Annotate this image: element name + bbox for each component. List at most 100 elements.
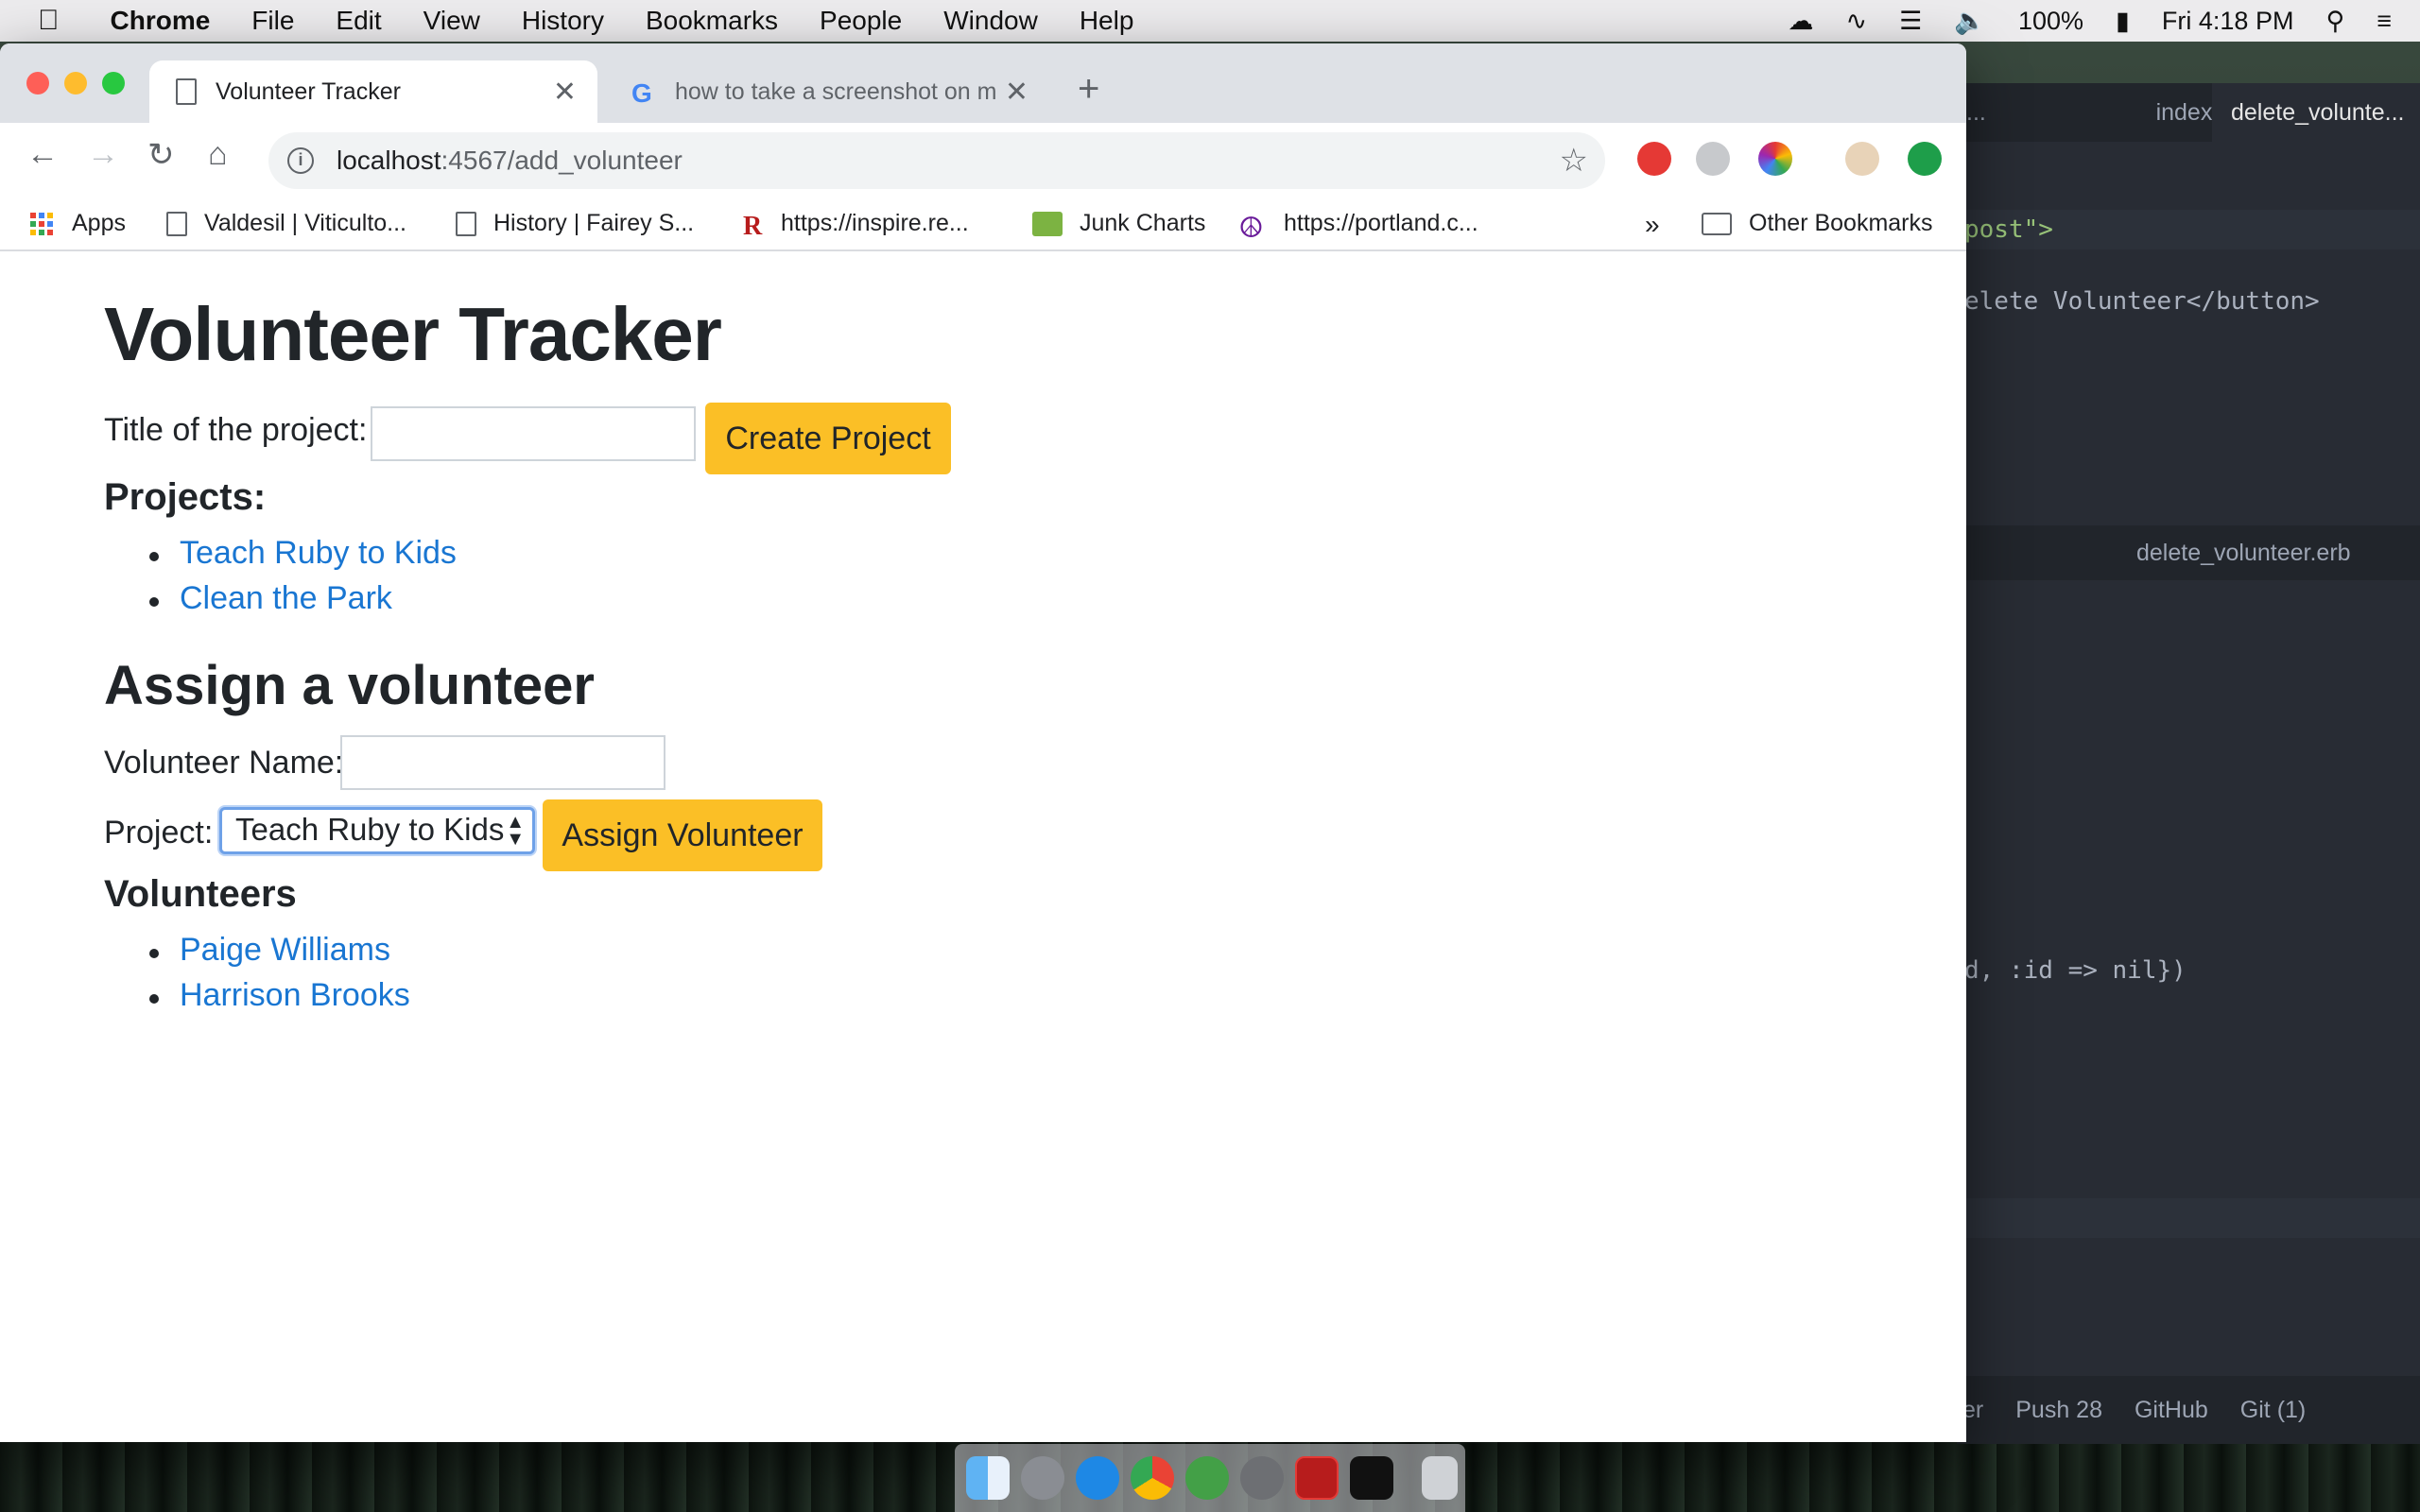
close-window-button[interactable] bbox=[26, 72, 49, 94]
launchpad-icon[interactable] bbox=[1021, 1456, 1064, 1500]
page-icon bbox=[166, 211, 187, 236]
close-tab-icon[interactable]: ✕ bbox=[1005, 76, 1028, 109]
bookmark-label: https://inspire.re... bbox=[781, 210, 969, 236]
adblock-extension-icon[interactable] bbox=[1637, 142, 1671, 176]
safari-icon[interactable] bbox=[1076, 1456, 1119, 1500]
new-tab-button[interactable]: + bbox=[1078, 68, 1099, 111]
bookmark-inspire[interactable]: R https://inspire.re... bbox=[743, 210, 969, 241]
project-link-teach-ruby[interactable]: Teach Ruby to Kids bbox=[180, 535, 457, 571]
menu-window[interactable]: Window bbox=[943, 6, 1038, 36]
project-title-input[interactable] bbox=[371, 406, 696, 461]
activity-icon[interactable]: ∿ bbox=[1846, 7, 1868, 36]
list-item: Teach Ruby to Kids bbox=[104, 535, 457, 580]
menu-people[interactable]: People bbox=[820, 6, 902, 36]
system-preferences-icon[interactable] bbox=[1240, 1456, 1284, 1500]
terminal-icon[interactable] bbox=[1350, 1456, 1393, 1500]
bookmark-valdesil[interactable]: Valdesil | Viticulto... bbox=[166, 210, 406, 237]
project-label: Project: bbox=[104, 815, 214, 850]
bookmark-label: History | Fairey S... bbox=[493, 210, 695, 236]
creative-cloud-icon[interactable]: ☁ bbox=[1789, 7, 1814, 36]
editor-status-bar: er Push 28 GitHub Git (1) bbox=[1957, 1376, 2420, 1444]
tab-volunteer-tracker[interactable]: Volunteer Tracker ✕ bbox=[149, 60, 597, 123]
bookmark-label: Junk Charts bbox=[1080, 210, 1206, 236]
close-tab-icon[interactable]: ✕ bbox=[553, 76, 577, 109]
browser-window: Volunteer Tracker ✕ G how to take a scre… bbox=[0, 43, 1966, 1442]
project-link-clean-park[interactable]: Clean the Park bbox=[180, 580, 392, 616]
status-push[interactable]: Push 28 bbox=[2015, 1397, 2102, 1424]
minimize-window-button[interactable] bbox=[64, 72, 87, 94]
battery-icon[interactable]: ▮ bbox=[2116, 7, 2130, 36]
tab-screenshot-search[interactable]: G how to take a screenshot on m ✕ bbox=[605, 60, 1049, 123]
select-arrows-icon: ▲ ▼ bbox=[506, 812, 525, 850]
tab-title: how to take a screenshot on m bbox=[675, 77, 997, 105]
code-line-1: post"> bbox=[1964, 215, 2053, 244]
zoom-window-button[interactable] bbox=[102, 72, 125, 94]
status-git[interactable]: Git (1) bbox=[2240, 1397, 2306, 1424]
bookmark-apps[interactable]: Apps bbox=[30, 210, 126, 237]
create-project-button[interactable]: Create Project bbox=[705, 403, 951, 474]
bookmarks-bar: Apps Valdesil | Viticulto... History | F… bbox=[0, 198, 1966, 251]
browser-toolbar: ← → ↻ ⌂ i localhost:4567/add_volunteer ☆ bbox=[0, 123, 1966, 198]
update-icon[interactable] bbox=[1908, 142, 1942, 176]
bookmark-other-bookmarks[interactable]: Other Bookmarks bbox=[1702, 210, 1933, 237]
bookmark-portland[interactable]: ☮ https://portland.c... bbox=[1238, 210, 1478, 244]
back-icon[interactable]: ← bbox=[26, 136, 59, 173]
junk-charts-icon bbox=[1032, 211, 1063, 236]
list-item: Harrison Brooks bbox=[104, 977, 410, 1022]
page-content: Volunteer Tracker Title of the project: … bbox=[0, 253, 1966, 1442]
volunteer-link-harrison[interactable]: Harrison Brooks bbox=[180, 977, 410, 1013]
info-icon[interactable]: i bbox=[287, 147, 314, 174]
color-picker-extension-icon[interactable] bbox=[1758, 142, 1792, 176]
assign-volunteer-button[interactable]: Assign Volunteer bbox=[543, 799, 822, 871]
battery-percent[interactable]: 100% bbox=[2018, 7, 2083, 36]
home-icon[interactable]: ⌂ bbox=[208, 136, 228, 173]
bookmark-junk-charts[interactable]: Junk Charts bbox=[1032, 210, 1205, 237]
bookmarks-overflow-button[interactable]: » bbox=[1645, 210, 1660, 240]
projects-list: Teach Ruby to Kids Clean the Park bbox=[104, 535, 457, 626]
page-icon bbox=[456, 211, 476, 236]
clock[interactable]: Fri 4:18 PM bbox=[2162, 7, 2294, 36]
profile-avatar[interactable] bbox=[1845, 142, 1879, 176]
volunteer-name-input[interactable] bbox=[340, 735, 666, 790]
trash-icon[interactable] bbox=[1422, 1456, 1458, 1500]
list-item: Paige Williams bbox=[104, 932, 410, 977]
apple-icon[interactable]:  bbox=[38, 5, 60, 37]
editor-tab-delete-volunteer[interactable]: delete_volunte... bbox=[2212, 83, 2420, 142]
project-title-label: Title of the project: bbox=[104, 412, 368, 448]
volunteers-heading: Volunteers bbox=[104, 873, 297, 915]
spotlight-icon[interactable]: ⚲ bbox=[2325, 7, 2344, 36]
editor-tab-hidden[interactable]: ... bbox=[1966, 83, 1986, 142]
address-bar[interactable]: i localhost:4567/add_volunteer ☆ bbox=[268, 132, 1605, 189]
volunteer-link-paige[interactable]: Paige Williams bbox=[180, 932, 390, 968]
volunteer-name-label: Volunteer Name: bbox=[104, 745, 344, 781]
menu-chrome[interactable]: Chrome bbox=[111, 6, 211, 36]
project-select[interactable]: Teach Ruby to Kids ▲ ▼ bbox=[219, 807, 535, 854]
atom-icon[interactable] bbox=[1185, 1456, 1229, 1500]
wifi-icon[interactable]: ☰ bbox=[1899, 7, 1922, 36]
bookmark-history-fairey[interactable]: History | Fairey S... bbox=[456, 210, 694, 237]
reload-icon[interactable]: ↻ bbox=[147, 136, 175, 174]
menu-help[interactable]: Help bbox=[1080, 6, 1134, 36]
list-item: Clean the Park bbox=[104, 580, 457, 626]
editor-pane2-tab-bar: delete_volunteer.erb bbox=[1957, 525, 2420, 580]
volume-icon[interactable]: 🔈 bbox=[1954, 6, 1986, 36]
menu-edit[interactable]: Edit bbox=[336, 6, 381, 36]
bookmark-star-icon[interactable]: ☆ bbox=[1560, 142, 1588, 180]
acrobat-icon[interactable] bbox=[1295, 1456, 1339, 1500]
finder-icon[interactable] bbox=[966, 1456, 1010, 1500]
volunteers-list: Paige Williams Harrison Brooks bbox=[104, 932, 410, 1022]
menu-view[interactable]: View bbox=[424, 6, 480, 36]
status-github[interactable]: GitHub bbox=[2135, 1397, 2208, 1424]
assign-heading: Assign a volunteer bbox=[104, 655, 595, 716]
notification-center-icon[interactable]: ≡ bbox=[2377, 7, 2392, 36]
chrome-icon[interactable] bbox=[1131, 1456, 1174, 1500]
menu-history[interactable]: History bbox=[522, 6, 604, 36]
apps-icon bbox=[30, 212, 53, 235]
skype-extension-icon[interactable] bbox=[1696, 142, 1730, 176]
menu-file[interactable]: File bbox=[251, 6, 294, 36]
bookmark-label: Valdesil | Viticulto... bbox=[204, 210, 407, 236]
menu-bookmarks[interactable]: Bookmarks bbox=[646, 6, 778, 36]
editor-tab-delete-volunteer-erb[interactable]: delete_volunteer.erb bbox=[2136, 525, 2351, 584]
forward-icon[interactable]: → bbox=[87, 136, 119, 173]
code-editor-window: ... index.erb delete_volunte... post"> e… bbox=[1957, 83, 2420, 1444]
